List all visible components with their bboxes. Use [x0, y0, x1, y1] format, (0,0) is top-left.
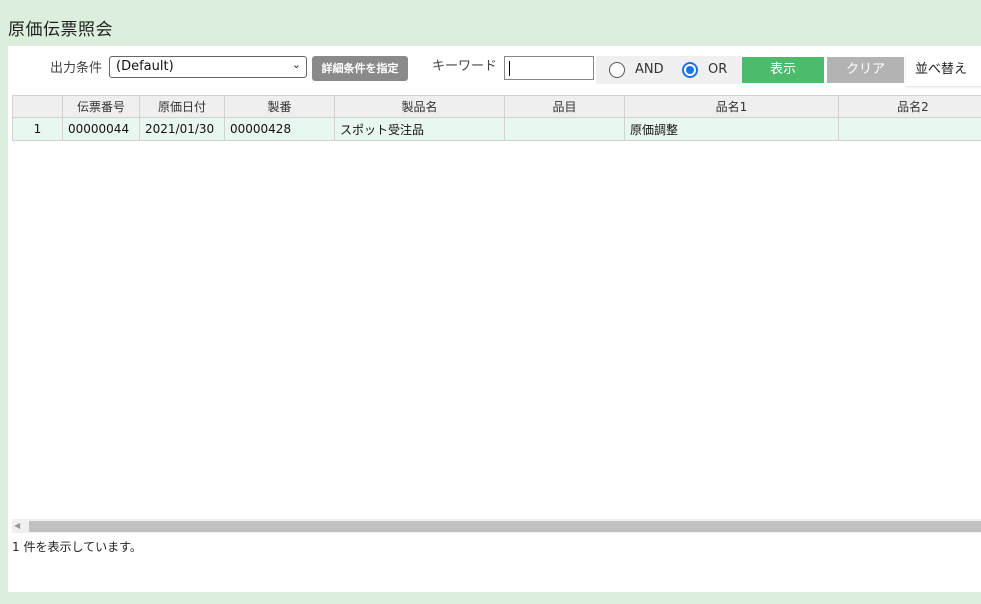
scrollbar-thumb[interactable] — [29, 521, 981, 532]
results-table: 伝票番号 原価日付 製番 製品名 品目 品名1 品名2 1 00000044 2… — [12, 95, 981, 141]
keyword-label: キーワード — [432, 59, 498, 74]
output-condition-value: (Default) — [116, 59, 174, 74]
column-header-serial-no[interactable]: 製番 — [224, 95, 335, 118]
scroll-left-arrow-icon[interactable]: ◀ — [14, 521, 20, 530]
and-radio[interactable] — [609, 62, 625, 78]
column-header-item-name-2[interactable]: 品名2 — [838, 95, 981, 118]
column-header-product-name[interactable]: 製品名 — [334, 95, 505, 118]
keyword-input[interactable] — [504, 56, 594, 80]
cell-item-name-1: 原価調整 — [624, 117, 839, 141]
column-header-rownum[interactable] — [12, 95, 63, 118]
column-header-item-name-1[interactable]: 品名1 — [624, 95, 839, 118]
table-row[interactable]: 1 00000044 2021/01/30 00000428 スポット受注品 原… — [12, 117, 981, 141]
chevron-down-icon: ⌄ — [291, 58, 301, 71]
or-radio[interactable] — [682, 62, 698, 78]
horizontal-scrollbar[interactable]: ◀ — [12, 519, 981, 533]
cell-product-name: スポット受注品 — [334, 117, 505, 141]
cell-voucher-no: 00000044 — [62, 117, 140, 141]
cell-cost-date: 2021/01/30 — [139, 117, 225, 141]
column-header-cost-date[interactable]: 原価日付 — [139, 95, 225, 118]
cell-item-name-2 — [838, 117, 981, 141]
result-count-status: 1 件を表示しています。 — [12, 540, 142, 554]
toolbar: 出力条件 (Default) ⌄ 詳細条件を指定 キーワード AND OR 表示… — [8, 46, 981, 94]
clear-button[interactable]: クリア — [827, 57, 904, 83]
sort-button[interactable]: 並べ替え — [906, 54, 981, 86]
search-mode-group: AND OR — [596, 56, 742, 84]
output-condition-select[interactable]: (Default) ⌄ — [109, 56, 307, 78]
main-panel: 出力条件 (Default) ⌄ 詳細条件を指定 キーワード AND OR 表示… — [8, 46, 981, 592]
text-cursor — [509, 61, 510, 76]
column-header-voucher-no[interactable]: 伝票番号 — [62, 95, 140, 118]
show-button[interactable]: 表示 — [742, 57, 824, 83]
detail-condition-button[interactable]: 詳細条件を指定 — [312, 56, 408, 81]
page-title: 原価伝票照会 — [8, 20, 113, 40]
table-header-row: 伝票番号 原価日付 製番 製品名 品目 品名1 品名2 — [12, 95, 981, 118]
column-header-item[interactable]: 品目 — [504, 95, 625, 118]
output-condition-label: 出力条件 — [50, 61, 103, 76]
cell-rownum: 1 — [12, 117, 63, 141]
cell-serial-no: 00000428 — [224, 117, 335, 141]
cell-item — [504, 117, 625, 141]
and-radio-label: AND — [635, 62, 664, 77]
or-radio-label: OR — [708, 62, 728, 77]
